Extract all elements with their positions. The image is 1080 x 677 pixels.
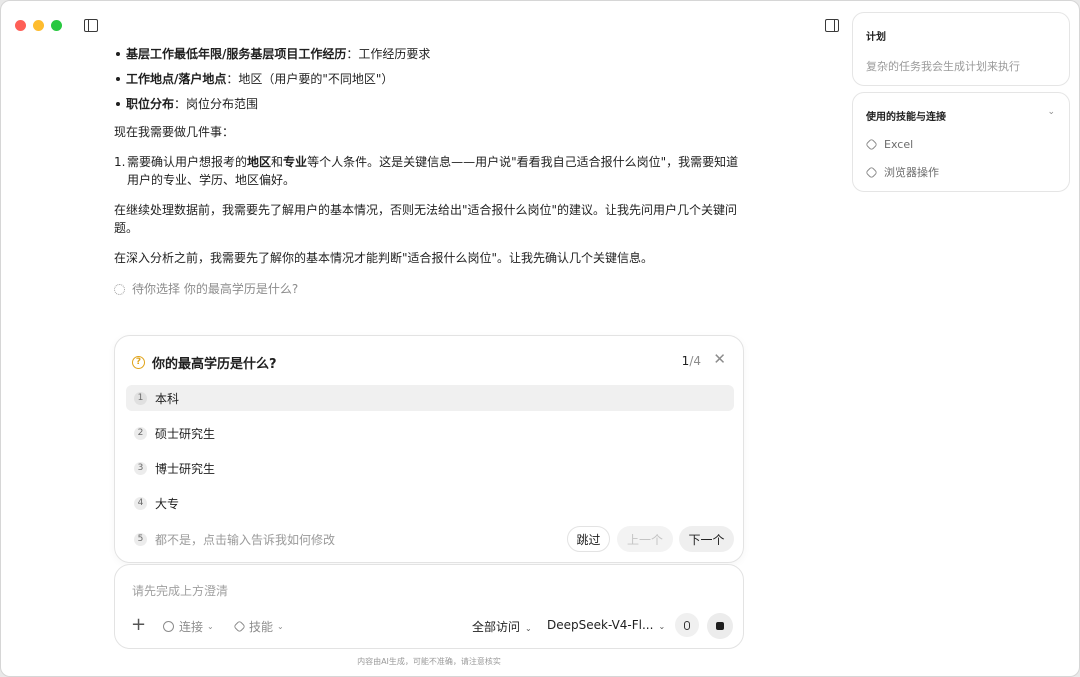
list-item: 基层工作最低年限/服务基层项目工作经历：工作经历要求 [114,45,746,63]
skill-item-browser[interactable]: 浏览器操作 [865,164,939,180]
message-composer: 请先完成上方澄清 + 连接 ⌄ 技能 ⌄ 全部访问 ⌄ DeepSeek-V4-F… [114,564,744,649]
puzzle-icon [865,138,878,151]
stop-button[interactable] [707,613,733,639]
model-selector-dropdown[interactable]: DeepSeek-V4-Fl... ⌄ [547,618,665,632]
add-attachment-button[interactable]: + [131,615,146,635]
option-list: 1 本科 2 硕士研究生 3 博士研究生 4 大专 [126,385,734,525]
microphone-icon [684,620,690,630]
plan-title: 计划 [866,32,886,43]
plan-description: 复杂的任务我会生成计划来执行 [866,60,1020,73]
message-input[interactable]: 请先完成上方澄清 [132,582,228,599]
puzzle-icon [865,165,878,179]
chevron-down-icon: ⌄ [207,622,214,631]
skip-button[interactable]: 跳过 [567,526,610,552]
list-item: 工作地点/落户地点：地区（用户要的"不同地区"） [114,70,746,88]
connect-button[interactable]: 连接 ⌄ [163,618,214,635]
loading-spinner-icon [114,283,125,295]
right-sidebar-toggle-icon[interactable] [825,19,839,32]
skills-button[interactable]: 技能 ⌄ [233,618,284,635]
skills-panel: 使用的技能与连接 ⌄ Excel 浏览器操作 [852,92,1070,192]
question-title: ? 你的最高学历是什么? [132,353,277,372]
option-item[interactable]: 2 硕士研究生 [126,420,734,446]
chevron-down-icon: ⌄ [658,622,666,631]
chevron-down-icon: ⌄ [525,624,532,633]
next-button[interactable]: 下一个 [679,526,734,552]
chevron-down-icon[interactable]: ⌄ [1047,107,1055,117]
skill-item-excel[interactable]: Excel [865,138,913,151]
clarification-question-card: ? 你的最高学历是什么? 1/4 ✕ 1 本科 2 硕士研究生 3 博士研究生 … [114,335,744,563]
custom-answer-option[interactable]: 5 都不是，点击输入告诉我如何修改 [134,531,335,548]
access-scope-dropdown[interactable]: 全部访问 ⌄ [472,618,532,635]
option-item[interactable]: 3 博士研究生 [126,455,734,481]
paragraph: 在继续处理数据前，我需要先了解用户的基本情况，否则无法给出"适合报什么岗位"的建… [114,203,738,235]
list-item: 职位分布：岗位分布范围 [114,95,746,113]
option-item[interactable]: 1 本科 [126,385,734,411]
window-controls [15,20,62,31]
waiting-status: 待你选择 你的最高学历是什么? [114,280,746,298]
close-window-button[interactable] [15,20,26,31]
chevron-down-icon: ⌄ [277,622,284,631]
maximize-window-button[interactable] [51,20,62,31]
stop-icon [716,622,724,630]
paragraph: 在深入分析之前，我需要先了解你的基本情况才能判断"适合报什么岗位"。让我先确认几… [114,251,654,265]
previous-button[interactable]: 上一个 [617,526,673,552]
ai-disclaimer: 内容由AI生成，可能不准确，请注意核实 [357,657,501,666]
close-icon[interactable]: ✕ [713,351,726,367]
app-window: 基层工作最低年限/服务基层项目工作经历：工作经历要求 工作地点/落户地点：地区（… [0,0,1080,677]
numbered-step: 1. 需要确认用户想报考的地区和专业等个人条件。这是关键信息——用户说"看看我自… [114,155,739,187]
microphone-button[interactable] [675,613,699,637]
question-counter: 1/4 [681,354,701,368]
question-icon: ? [132,356,145,369]
minimize-window-button[interactable] [33,20,44,31]
option-item[interactable]: 4 大专 [126,490,734,516]
plan-panel: 计划 复杂的任务我会生成计划来执行 [852,12,1070,86]
chat-transcript: 基层工作最低年限/服务基层项目工作经历：工作经历要求 工作地点/落户地点：地区（… [114,45,746,298]
intro-text: 现在我需要做几件事： [114,125,235,139]
left-sidebar-toggle-icon[interactable] [84,19,98,32]
puzzle-icon [233,620,246,633]
link-icon [163,621,174,632]
skills-panel-title: 使用的技能与连接 [866,112,946,123]
